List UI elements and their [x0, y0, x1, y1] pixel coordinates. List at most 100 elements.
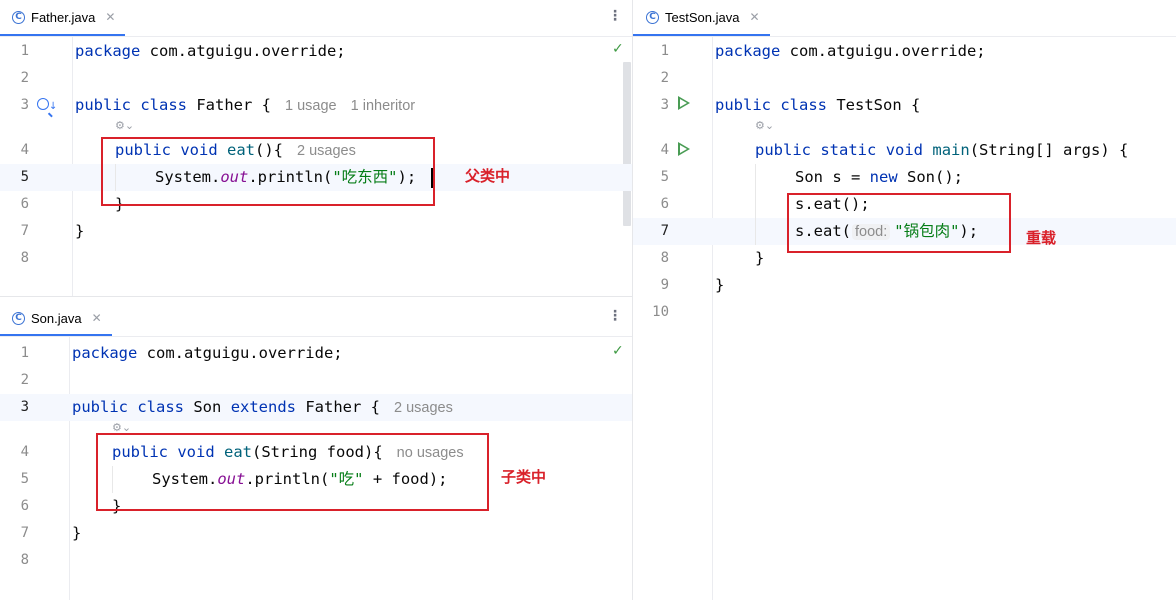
- code-line: 8: [0, 547, 632, 574]
- line-number: 7: [20, 525, 29, 541]
- father-editor-pane: C Father.java ✕ ⋮ ✓ 1 package com.atguig…: [0, 0, 632, 296]
- keyword: package: [72, 344, 138, 362]
- code-text: Son: [184, 398, 231, 416]
- code-line: 3 public class Father { 1 usage 1 inherito…: [0, 92, 632, 119]
- tab-father-java[interactable]: C Father.java ✕: [0, 0, 126, 36]
- usages-hint[interactable]: 2 usages: [394, 400, 453, 416]
- line-number: 4: [20, 444, 29, 460]
- ai-assistant-icon[interactable]: ⚙⌄: [755, 117, 774, 135]
- testson-tab-bar: C TestSon.java ✕: [633, 0, 1176, 37]
- method-name: main: [932, 141, 970, 159]
- line-number: 1: [660, 43, 669, 59]
- java-class-icon: C: [12, 10, 25, 24]
- tab-label: Son.java: [31, 310, 82, 326]
- keyword: new: [869, 168, 898, 186]
- code-text: TestSon {: [827, 96, 921, 114]
- line-number: 4: [660, 142, 669, 158]
- code-line: 1 package com.atguigu.override;: [633, 38, 1176, 65]
- keyword: class: [140, 96, 188, 114]
- line-number: 7: [660, 223, 669, 239]
- code-text: }: [75, 222, 85, 240]
- keyword: class: [780, 96, 828, 114]
- keyword: static: [820, 141, 877, 159]
- java-class-icon: C: [646, 10, 659, 24]
- code-line: 2: [633, 65, 1176, 92]
- testson-editor-pane: C TestSon.java ✕ 1 package com.atguigu.o…: [633, 0, 1176, 600]
- father-tab-bar: C Father.java ✕ ⋮: [0, 0, 632, 37]
- tab-label: Father.java: [31, 9, 96, 25]
- kebab-menu-icon[interactable]: ⋮: [608, 7, 622, 25]
- code-text: Father {: [187, 96, 272, 114]
- tab-testson-java[interactable]: C TestSon.java ✕: [633, 0, 770, 36]
- keyword: public: [755, 141, 811, 159]
- son-editor-pane: C Son.java ✕ ⋮ ✓ 1 package com.atguigu.o…: [0, 297, 632, 600]
- code-line: 4 public static void main(String[] args)…: [633, 137, 1176, 164]
- close-icon[interactable]: ✕: [92, 311, 102, 325]
- line-number: 5: [20, 471, 29, 487]
- code-line: 9 }: [633, 272, 1176, 299]
- highlight-box: [96, 433, 489, 511]
- annotation-label: 父类中: [465, 167, 511, 185]
- line-number: 6: [660, 196, 669, 212]
- code-line: 7 }: [0, 218, 632, 245]
- line-number: 5: [660, 169, 669, 185]
- run-class-icon[interactable]: [678, 96, 690, 110]
- code-text: Son s =: [795, 168, 870, 186]
- line-number: 8: [20, 552, 29, 568]
- keyword: public: [75, 96, 131, 114]
- highlight-box: [101, 137, 435, 206]
- line-number: 3: [660, 97, 669, 113]
- usages-hint[interactable]: 1 usage: [285, 98, 337, 114]
- kebab-menu-icon[interactable]: ⋮: [608, 307, 622, 325]
- keyword: class: [137, 398, 185, 416]
- keyword: package: [75, 42, 141, 60]
- code-line: 5 Son s = new Son();: [633, 164, 1176, 191]
- code-line: 7 }: [0, 520, 632, 547]
- code-line: 2: [0, 65, 632, 92]
- java-class-icon: C: [12, 311, 25, 325]
- arrow-down-icon: ↓: [49, 101, 58, 112]
- ai-assistant-icon[interactable]: ⚙⌄: [115, 117, 134, 135]
- line-number: 6: [20, 196, 29, 212]
- code-text: com.atguigu.override;: [137, 344, 343, 362]
- line-number: 8: [20, 250, 29, 266]
- line-number: 2: [20, 70, 29, 86]
- keyword: void: [885, 141, 924, 159]
- highlight-box: [787, 193, 1011, 253]
- tab-son-java[interactable]: C Son.java ✕: [0, 302, 112, 336]
- line-number: 1: [20, 43, 29, 59]
- keyword: package: [715, 42, 781, 60]
- code-text: com.atguigu.override;: [780, 42, 986, 60]
- code-line: 1 package com.atguigu.override;: [0, 38, 632, 65]
- line-number: 10: [652, 304, 669, 320]
- run-main-icon[interactable]: [678, 142, 690, 156]
- son-tab-bar: C Son.java ✕ ⋮: [0, 302, 632, 337]
- line-number: 2: [660, 70, 669, 86]
- annotation-label: 重载: [1026, 229, 1057, 247]
- code-text: Son();: [897, 168, 963, 186]
- code-line: 2: [0, 367, 632, 394]
- keyword: extends: [230, 398, 297, 416]
- code-line-current: 3 public class Son extends Father {2 usa…: [0, 394, 632, 421]
- line-number: 6: [20, 498, 29, 514]
- code-text: }: [755, 249, 765, 267]
- code-line: 3 public class TestSon {: [633, 92, 1176, 119]
- line-number: 2: [20, 372, 29, 388]
- line-number: 5: [20, 169, 29, 185]
- code-text: Father {: [296, 398, 381, 416]
- close-icon[interactable]: ✕: [105, 10, 115, 24]
- line-number: 3: [20, 97, 29, 113]
- tab-label: TestSon.java: [665, 9, 740, 25]
- code-text: com.atguigu.override;: [140, 42, 346, 60]
- close-icon[interactable]: ✕: [749, 10, 759, 24]
- code-line: 8: [0, 245, 632, 272]
- overridden-method-icon[interactable]: [37, 98, 49, 110]
- inheritors-hint[interactable]: 1 inheritor: [351, 98, 415, 114]
- line-number: 3: [20, 399, 29, 415]
- line-number: 8: [660, 250, 669, 266]
- line-number: 1: [20, 345, 29, 361]
- line-number: 7: [20, 223, 29, 239]
- line-number: 9: [660, 277, 669, 293]
- code-text: (String[] args) {: [969, 141, 1129, 159]
- line-number: 4: [20, 142, 29, 158]
